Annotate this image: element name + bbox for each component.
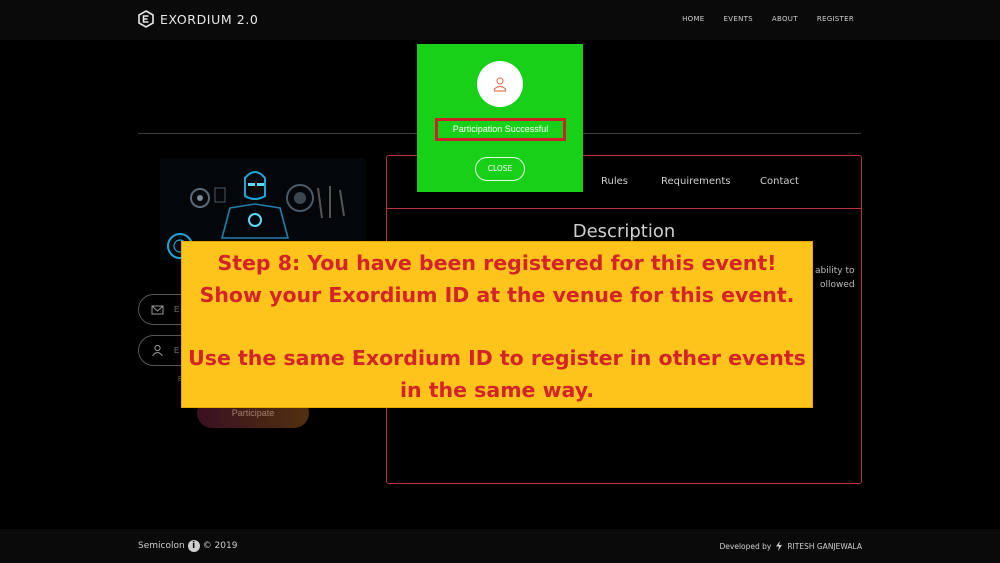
footer-developer: Developed by RITESH GANJEWALA (719, 541, 862, 551)
exordium-id-placeholder: E (174, 346, 180, 355)
close-button[interactable]: CLOSE (475, 157, 525, 181)
email-placeholder: E (174, 305, 180, 314)
user-icon (152, 344, 163, 357)
bolt-icon (776, 541, 783, 551)
nav-register[interactable]: REGISTER (817, 15, 854, 23)
avatar (477, 61, 523, 107)
footer-org: Semicolon (138, 541, 185, 551)
brand-name: EXORDIUM 2.0 (160, 11, 259, 27)
participate-label: Participate (231, 408, 275, 418)
nav-links: HOME EVENTS ABOUT REGISTER (682, 15, 854, 23)
nav-about[interactable]: ABOUT (772, 15, 798, 23)
developer-name[interactable]: RITESH GANJEWALA (787, 542, 862, 551)
success-modal: Participation Successful CLOSE (417, 44, 583, 192)
navbar: EXORDIUM 2.0 HOME EVENTS ABOUT REGISTER (0, 0, 1000, 40)
semicolon-icon: i (187, 540, 200, 552)
instruction-line: Step 8: You have been registered for thi… (217, 251, 777, 275)
success-message: Participation Successful (435, 118, 566, 141)
avatar-icon (493, 77, 507, 92)
developed-by-label: Developed by (719, 541, 772, 551)
nav-home[interactable]: HOME (682, 15, 704, 23)
description-title: Description (572, 221, 676, 242)
footer-year: © 2019 (202, 541, 238, 551)
tab-requirements[interactable]: Requirements (661, 176, 731, 187)
footer-credit: Semicolon i © 2019 (138, 540, 237, 552)
instruction-overlay: Step 8: You have been registered for thi… (181, 241, 813, 408)
instruction-line: Use the same Exordium ID to register in … (188, 346, 806, 370)
description-text: ability to (815, 266, 855, 276)
footer: Semicolon i © 2019 Developed by RITESH G… (0, 529, 1000, 563)
mail-icon (151, 305, 164, 315)
exordium-logo-icon (138, 10, 154, 28)
tab-rules[interactable]: Rules (601, 176, 628, 187)
instruction-line: in the same way. (399, 378, 595, 402)
description-text: ollowed (820, 280, 855, 290)
brand[interactable]: EXORDIUM 2.0 (138, 10, 258, 28)
instruction-line: Show your Exordium ID at the venue for t… (199, 283, 795, 307)
nav-events[interactable]: EVENTS (724, 15, 753, 23)
tab-contact[interactable]: Contact (760, 176, 799, 187)
